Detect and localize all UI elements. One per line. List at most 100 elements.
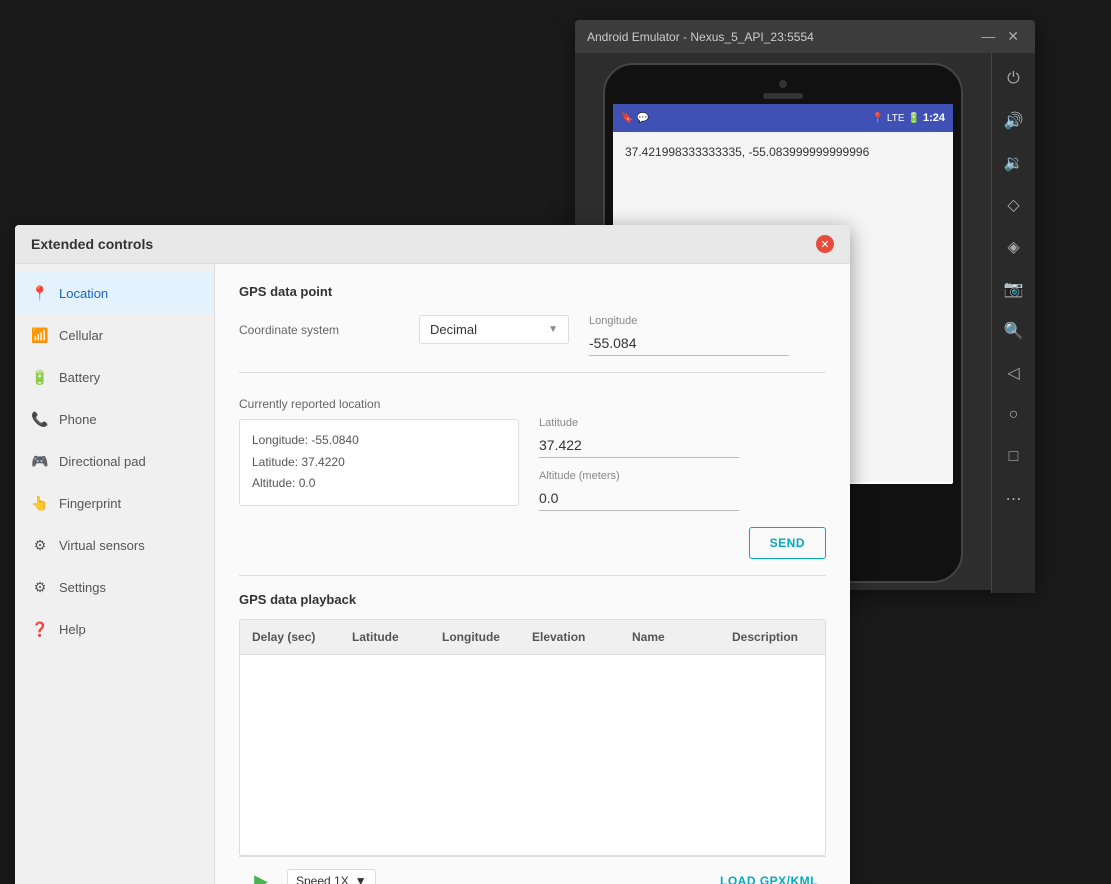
extended-controls-panel: Extended controls ✕ 📍 Location 📶 Cellula… [15, 225, 850, 884]
sidebar-item-cellular[interactable]: 📶 Cellular [15, 314, 214, 356]
speed-select[interactable]: Speed 1X ▼ [287, 869, 376, 884]
sidebar-item-settings[interactable]: ⚙ Settings [15, 566, 214, 608]
coordinates-text: 37.421998333333335, -55.083999999999996 [625, 145, 869, 159]
fingerprint-nav-label: Fingerprint [59, 496, 121, 511]
status-time: 1:24 [923, 112, 945, 124]
extended-controls-nav: 📍 Location 📶 Cellular 🔋 Battery 📞 Phone … [15, 264, 215, 884]
battery-icon: 🔋 [908, 113, 920, 124]
sidebar-item-battery[interactable]: 🔋 Battery [15, 356, 214, 398]
latitude-input[interactable] [539, 433, 739, 458]
sidebar-item-phone[interactable]: 📞 Phone [15, 398, 214, 440]
reported-longitude-text: Longitude: -55.0840 [252, 430, 506, 452]
altitude-field-group: Altitude (meters) [539, 470, 826, 511]
extended-controls-titlebar: Extended controls ✕ [15, 225, 850, 264]
send-button[interactable]: SEND [749, 527, 826, 559]
status-right-icons: 📍 LTE 🔋 1:24 [871, 112, 945, 124]
sidebar-item-help[interactable]: ❓ Help [15, 608, 214, 650]
location-nav-label: Location [59, 286, 108, 301]
location-fields-row: Currently reported location Longitude: -… [239, 389, 826, 511]
lat-alt-fields: Latitude Altitude (meters) [539, 417, 826, 511]
divider-2 [239, 575, 826, 576]
longitude-input[interactable] [589, 331, 789, 356]
phone-speaker [763, 93, 803, 99]
volume-up-icon[interactable]: 🔊 [996, 103, 1032, 139]
reported-location-section: Currently reported location Longitude: -… [239, 389, 519, 506]
location-status-icon: 📍 [871, 113, 883, 124]
back-icon[interactable]: ◁ [996, 355, 1032, 391]
power-icon[interactable]: ⏻ [996, 61, 1032, 97]
help-nav-label: Help [59, 622, 86, 637]
location-nav-icon: 📍 [31, 284, 49, 302]
load-gpx-kml-button[interactable]: LOAD GPX/KML [720, 874, 818, 884]
col-elevation: Elevation [532, 630, 632, 644]
battery-nav-label: Battery [59, 370, 100, 385]
latitude-field-group: Latitude [539, 417, 826, 458]
more-icon[interactable]: ⋯ [996, 481, 1032, 517]
extended-controls-body: 📍 Location 📶 Cellular 🔋 Battery 📞 Phone … [15, 264, 850, 884]
emulator-titlebar: Android Emulator - Nexus_5_API_23:5554 —… [575, 20, 1035, 53]
emulator-title: Android Emulator - Nexus_5_API_23:5554 [587, 30, 814, 44]
emulator-right-sidebar: ⏻ 🔊 🔉 ◇ ◈ 📷 🔍 ◁ ○ □ ⋯ [991, 53, 1035, 593]
screenshot-icon[interactable]: 📷 [996, 271, 1032, 307]
fold-icon[interactable]: ◈ [996, 229, 1032, 265]
home-icon[interactable]: ○ [996, 397, 1032, 433]
col-latitude: Latitude [352, 630, 442, 644]
cellular-nav-label: Cellular [59, 328, 103, 343]
gps-playback-table: Delay (sec) Latitude Longitude Elevation… [239, 619, 826, 856]
emulator-minimize-btn[interactable]: — [977, 28, 999, 45]
longitude-label: Longitude [589, 315, 826, 327]
table-header: Delay (sec) Latitude Longitude Elevation… [240, 620, 825, 655]
coordinate-system-value: Decimal [430, 322, 477, 337]
gps-playback-title: GPS data playback [239, 592, 826, 607]
coordinate-system-row: Coordinate system Decimal ▼ Longitude [239, 315, 826, 356]
phone-nav-icon: 📞 [31, 410, 49, 428]
fingerprint-nav-icon: 👆 [31, 494, 49, 512]
altitude-input[interactable] [539, 486, 739, 511]
extended-controls-close-btn[interactable]: ✕ [816, 235, 834, 253]
col-description: Description [732, 630, 813, 644]
vsensors-nav-label: Virtual sensors [59, 538, 145, 553]
send-button-row: SEND [239, 527, 826, 559]
right-coordinate-fields: Longitude [589, 315, 826, 356]
app-icon-2: 💬 [636, 113, 648, 124]
extended-controls-title: Extended controls [31, 236, 153, 252]
reported-latitude-text: Latitude: 37.4220 [252, 452, 506, 474]
divider-1 [239, 372, 826, 373]
playback-footer: ▶ Speed 1X ▼ LOAD GPX/KML [239, 856, 826, 884]
recents-icon[interactable]: □ [996, 439, 1032, 475]
phone-nav-label: Phone [59, 412, 97, 427]
settings-nav-icon: ⚙ [31, 578, 49, 596]
coordinate-system-select[interactable]: Decimal ▼ [419, 315, 569, 344]
play-icon: ▶ [254, 871, 268, 884]
volume-down-icon[interactable]: 🔉 [996, 145, 1032, 181]
speed-label: Speed 1X [296, 874, 349, 884]
dropdown-arrow-icon: ▼ [548, 324, 558, 335]
col-delay: Delay (sec) [252, 630, 352, 644]
settings-nav-label: Settings [59, 580, 106, 595]
sidebar-item-directional-pad[interactable]: 🎮 Directional pad [15, 440, 214, 482]
currently-reported-label: Currently reported location [239, 389, 399, 411]
play-button[interactable]: ▶ [247, 867, 275, 884]
extended-controls-main: GPS data point Coordinate system Decimal… [215, 264, 850, 884]
vsensors-nav-icon: ⚙ [31, 536, 49, 554]
zoom-icon[interactable]: 🔍 [996, 313, 1032, 349]
close-icon: ✕ [820, 238, 829, 251]
dpad-nav-icon: 🎮 [31, 452, 49, 470]
phone-statusbar: 🔖 💬 📍 LTE 🔋 1:24 [613, 104, 953, 132]
coordinate-system-label: Coordinate system [239, 315, 399, 337]
lte-icon: LTE [887, 113, 905, 124]
battery-nav-icon: 🔋 [31, 368, 49, 386]
col-longitude: Longitude [442, 630, 532, 644]
sidebar-item-fingerprint[interactable]: 👆 Fingerprint [15, 482, 214, 524]
rotate-icon[interactable]: ◇ [996, 187, 1032, 223]
emulator-controls: — ✕ [977, 28, 1023, 45]
table-body [240, 655, 825, 855]
emulator-close-btn[interactable]: ✕ [1003, 28, 1023, 45]
gps-data-point-title: GPS data point [239, 284, 826, 299]
sidebar-item-location[interactable]: 📍 Location [15, 272, 214, 314]
sidebar-item-virtual-sensors[interactable]: ⚙ Virtual sensors [15, 524, 214, 566]
app-icon-1: 🔖 [621, 113, 633, 124]
reported-altitude-text: Altitude: 0.0 [252, 473, 506, 495]
status-left-icons: 🔖 💬 [621, 113, 649, 124]
col-name: Name [632, 630, 732, 644]
